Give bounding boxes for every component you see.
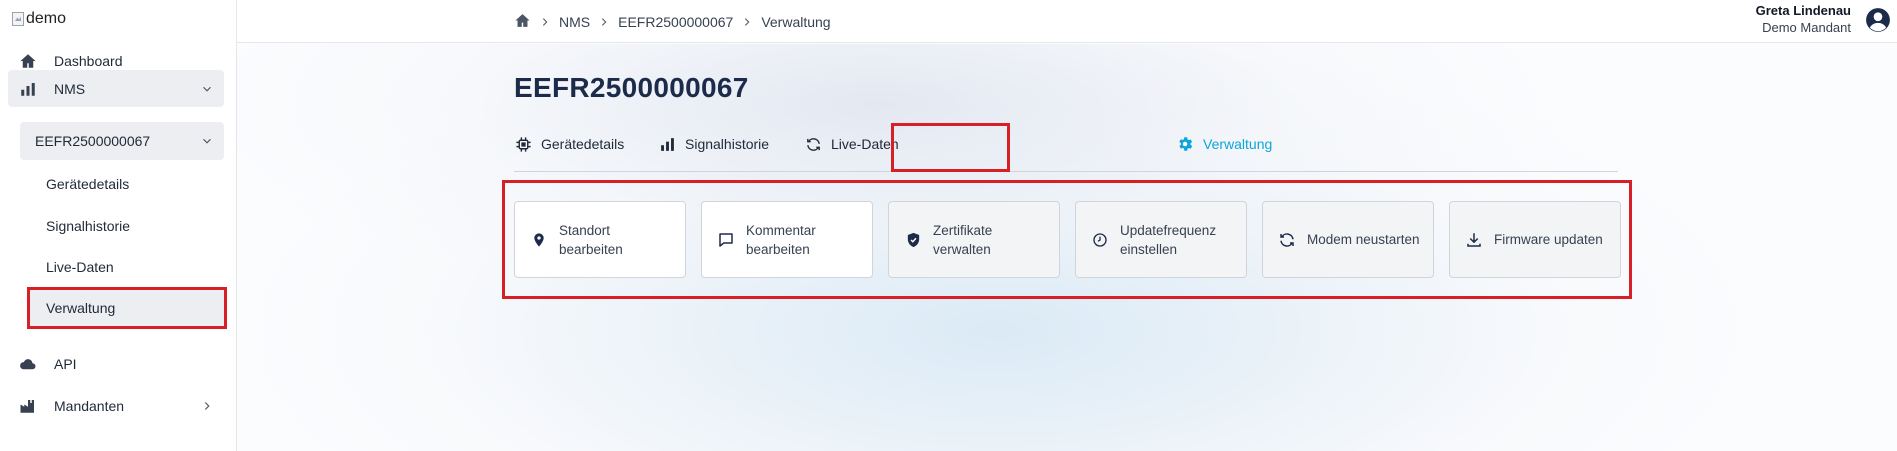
action-label: Zertifikate verwalten bbox=[933, 222, 993, 257]
tab-verwaltung[interactable]: Verwaltung bbox=[1176, 122, 1272, 166]
signal-bars-icon bbox=[658, 135, 676, 153]
sidebar: demo Dashboard NMS EEFR2500000067 Geräte… bbox=[0, 0, 237, 451]
sidebar-item-label: Verwaltung bbox=[46, 300, 116, 316]
user-tenant: Demo Mandant bbox=[1762, 20, 1851, 35]
sidebar-item-geraetedetails[interactable]: Gerätedetails bbox=[46, 176, 129, 196]
location-pin-icon bbox=[530, 231, 548, 249]
set-update-frequency-button[interactable]: Updatefrequenz einstellen bbox=[1075, 201, 1247, 278]
logo[interactable]: demo bbox=[12, 10, 66, 28]
broken-image-icon bbox=[12, 12, 24, 26]
factory-icon bbox=[18, 396, 38, 416]
tab-label: Verwaltung bbox=[1203, 136, 1273, 152]
user-info[interactable]: Greta Lindenau Demo Mandant bbox=[1756, 2, 1851, 36]
clock-icon bbox=[1091, 231, 1109, 249]
sidebar-item-label: EEFR2500000067 bbox=[35, 133, 151, 149]
comment-icon bbox=[717, 231, 735, 249]
chevron-right-icon bbox=[602, 18, 607, 26]
edit-location-button[interactable]: Standort bearbeiten bbox=[514, 201, 686, 278]
cloud-icon bbox=[18, 354, 38, 374]
action-label: Updatefrequenz einstellen bbox=[1120, 222, 1217, 257]
main-content: NMS EEFR2500000067 Verwaltung Greta Lind… bbox=[237, 0, 1897, 451]
firmware-update-button[interactable]: Firmware updaten bbox=[1449, 201, 1621, 278]
breadcrumb-verwaltung: Verwaltung bbox=[761, 14, 831, 30]
tab-highlight-frame bbox=[891, 123, 1010, 172]
chevron-right-icon bbox=[542, 18, 548, 26]
page-title: EEFR2500000067 bbox=[514, 72, 749, 103]
sidebar-item-mandanten[interactable]: Mandanten bbox=[8, 387, 224, 425]
sidebar-item-signalhistorie[interactable]: Signalhistorie bbox=[46, 218, 130, 238]
sidebar-item-nms[interactable]: NMS bbox=[8, 70, 224, 107]
sidebar-item-live-daten[interactable]: Live-Daten bbox=[46, 259, 114, 279]
gear-icon bbox=[1176, 135, 1194, 153]
chevron-down-icon bbox=[203, 138, 211, 144]
sidebar-item-label: Dashboard bbox=[54, 53, 123, 69]
manage-certificates-button[interactable]: Zertifikate verwalten bbox=[888, 201, 1060, 278]
sidebar-item-verwaltung[interactable]: Verwaltung bbox=[27, 287, 227, 329]
breadcrumb-nms[interactable]: NMS bbox=[559, 14, 590, 30]
logo-alt-text: demo bbox=[26, 10, 67, 27]
breadcrumb: NMS EEFR2500000067 Verwaltung bbox=[514, 12, 831, 32]
home-icon[interactable] bbox=[514, 12, 531, 32]
tab-label: Signalhistorie bbox=[685, 136, 770, 152]
action-label: Kommentar bearbeiten bbox=[746, 222, 816, 257]
shield-check-icon bbox=[904, 231, 922, 249]
sidebar-item-device[interactable]: EEFR2500000067 bbox=[20, 122, 224, 160]
chevron-down-icon bbox=[203, 86, 211, 92]
user-name: Greta Lindenau bbox=[1755, 3, 1851, 18]
download-icon bbox=[1465, 231, 1483, 249]
action-label: Firmware updaten bbox=[1494, 232, 1603, 247]
chip-icon bbox=[514, 135, 532, 153]
tab-signalhistorie[interactable]: Signalhistorie bbox=[658, 122, 769, 166]
action-label: Modem neustarten bbox=[1307, 232, 1420, 247]
home-icon bbox=[18, 51, 38, 71]
account-circle-icon[interactable] bbox=[1865, 7, 1891, 33]
breadcrumb-device[interactable]: EEFR2500000067 bbox=[618, 14, 733, 30]
bar-chart-icon bbox=[18, 79, 38, 99]
action-label: Standort bearbeiten bbox=[559, 222, 623, 257]
sidebar-item-label: Mandanten bbox=[54, 398, 125, 414]
refresh-icon bbox=[1278, 231, 1296, 249]
top-bar: NMS EEFR2500000067 Verwaltung Greta Lind… bbox=[237, 0, 1897, 43]
tab-bar: Gerätedetails Signalhistorie Live-Daten … bbox=[514, 122, 1618, 172]
restart-modem-button[interactable]: Modem neustarten bbox=[1262, 201, 1434, 278]
tab-geraetedetails[interactable]: Gerätedetails bbox=[514, 122, 624, 166]
chevron-right-icon bbox=[745, 18, 750, 26]
tab-live-daten[interactable]: Live-Daten bbox=[804, 122, 899, 166]
sidebar-item-label: NMS bbox=[54, 80, 86, 97]
refresh-icon bbox=[804, 135, 822, 153]
sidebar-item-label: API bbox=[54, 356, 77, 372]
tab-label: Gerätedetails bbox=[541, 136, 625, 152]
edit-comment-button[interactable]: Kommentar bearbeiten bbox=[701, 201, 873, 278]
tab-label: Live-Daten bbox=[831, 136, 899, 152]
chevron-right-icon bbox=[204, 402, 210, 410]
sidebar-item-api[interactable]: API bbox=[8, 345, 224, 383]
